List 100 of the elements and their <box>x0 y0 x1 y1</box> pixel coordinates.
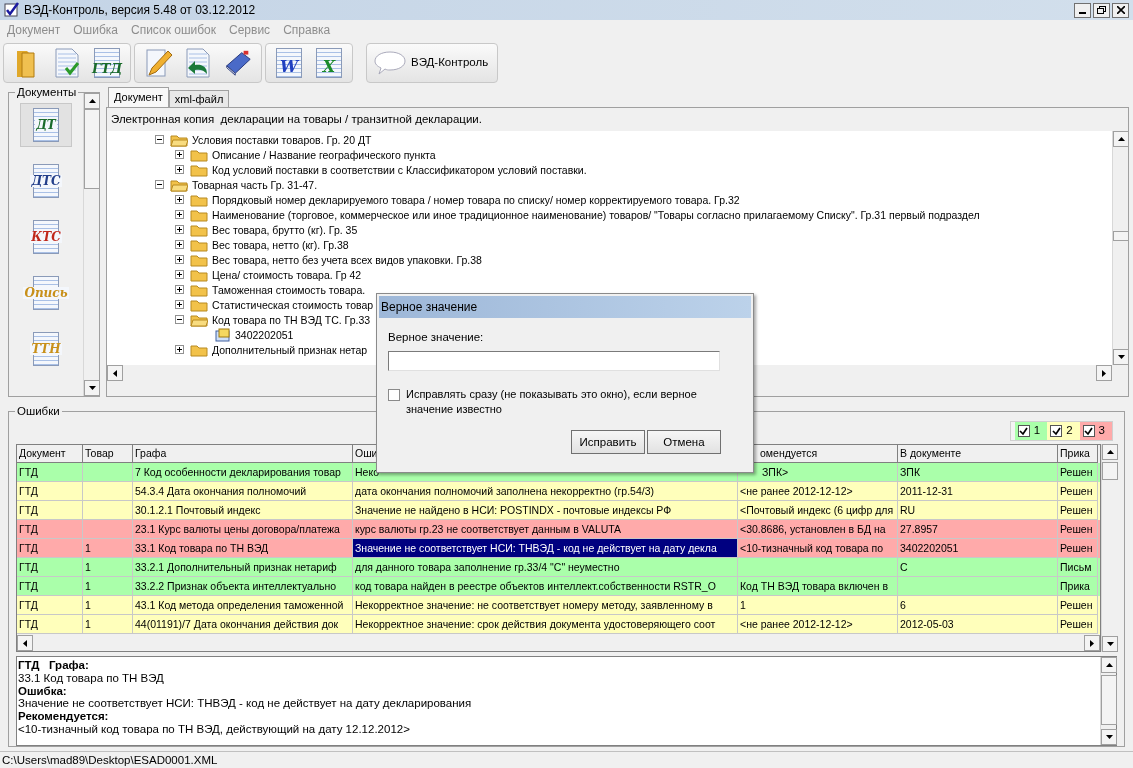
scroll-right-icon[interactable] <box>1084 635 1100 651</box>
scroll-thumb[interactable] <box>84 109 100 189</box>
checkbox-label: 1 <box>1033 423 1042 439</box>
icon-label: ГТД <box>91 61 123 75</box>
document-type-button[interactable]: ДТС <box>20 159 72 203</box>
tree-item[interactable]: Статистическая стоимость товар <box>212 297 374 312</box>
tab[interactable]: Документ <box>108 87 169 107</box>
scroll-up-icon[interactable] <box>84 93 100 109</box>
checkbox[interactable] <box>1082 425 1095 437</box>
toolbar-button[interactable] <box>52 45 82 80</box>
table-row[interactable]: ГТД 23.1 Курс валюты цены договора/платежа курс валюты гр.23 не соответствует данным в VALUTA <30.8686, установлен в БД на 27.8957 Решен <box>17 520 1100 539</box>
toolbar-button[interactable]: X <box>314 45 344 80</box>
expand-icon[interactable] <box>175 300 184 310</box>
scrollbar[interactable] <box>1100 657 1116 745</box>
icon-letter: X <box>322 58 336 75</box>
scrollbar[interactable] <box>1101 444 1117 652</box>
checkbox[interactable] <box>1017 425 1030 437</box>
scroll-up-icon[interactable] <box>1102 444 1118 460</box>
scroll-left-icon[interactable] <box>17 635 33 651</box>
expand-icon[interactable] <box>175 225 184 235</box>
scroll-down-icon[interactable] <box>1113 349 1129 366</box>
document-type-button[interactable]: КТС <box>20 215 72 259</box>
minimize-icon[interactable] <box>1074 2 1091 18</box>
table-row[interactable]: ГТД 1 33.2.2 Признак объекта интеллектуально код товара найден в реестре объектов интеллект.собственности RSTR_O Код ТН ВЭД товара включен в Прика <box>17 577 1100 596</box>
expand-icon[interactable] <box>175 345 184 355</box>
tree-item[interactable]: Вес товара, нетто без учета всех видов упаковки. Гр.38 <box>212 252 482 267</box>
scroll-down-icon[interactable] <box>84 380 100 396</box>
tree-item[interactable]: Порядковый номер декларируемого товара / номер товара по списку/ номер корректируемого товара. Гр.32 <box>212 192 740 207</box>
document-type-label: КТС <box>30 231 62 243</box>
page-arrow-icon <box>185 47 211 78</box>
folder-icon <box>190 312 208 327</box>
folder-icon <box>190 147 208 162</box>
document-type-button[interactable]: ДТ <box>20 103 72 147</box>
severity-filter-item[interactable]: 2 <box>1047 422 1080 440</box>
checkbox[interactable] <box>1050 425 1063 437</box>
expand-icon[interactable] <box>175 195 184 205</box>
horizontal-scrollbar[interactable] <box>17 635 1100 651</box>
toolbar-button[interactable]: W <box>274 45 304 80</box>
collapse-icon[interactable] <box>155 135 164 145</box>
tree-item[interactable]: Описание / Название географического пункта <box>212 147 436 162</box>
folder-icon <box>190 192 208 207</box>
tree-item[interactable]: Товарная часть Гр. 31-47. <box>192 177 318 192</box>
restore-icon[interactable] <box>1093 2 1110 18</box>
checkmark-icon <box>4 2 20 18</box>
table-row[interactable]: ГТД 1 33.1 Код товара по ТН ВЭД Значение не соответствует НСИ: ТНВЭД - код не действует на дату декла <10-тизначный код товара по 3402202051 Решен <box>17 539 1100 558</box>
table-row[interactable]: ГТД 54.3.4 Дата окончания полномочий дата окончания полномочий заполнена некорректно (гр.54/3) <не ранее 2012-12-12> 2011-12-31 Решен <box>17 482 1100 501</box>
table-row[interactable]: ГТД 1 33.2.1 Дополнительный признак нетариф для данного товара заполнение гр.33/4 "С" неуместно С Письм <box>17 558 1100 577</box>
expand-icon[interactable] <box>175 150 184 160</box>
tree-item[interactable]: Вес товара, нетто (кг). Гр.38 <box>212 237 349 252</box>
table-row[interactable]: ГТД 30.1.2.1 Почтовый индекс Значение не найдено в НСИ: POSTINDX - почтовые индексы РФ <Почтовый индекс (6 цифр для RU Решен <box>17 501 1100 520</box>
dialog-button[interactable]: Отмена <box>647 430 721 455</box>
scroll-up-icon[interactable] <box>1101 657 1117 673</box>
expand-icon[interactable] <box>175 255 184 265</box>
expand-icon[interactable] <box>175 240 184 250</box>
checkbox[interactable] <box>388 389 400 402</box>
tree-item[interactable]: Цена/ стоимость товара. Гр 42 <box>212 267 362 282</box>
scroll-down-icon[interactable] <box>1101 729 1117 745</box>
scroll-down-icon[interactable] <box>1102 636 1118 652</box>
toolbar-button[interactable] <box>183 45 213 80</box>
scroll-right-icon[interactable] <box>1096 365 1112 382</box>
panel-caption: Электронная копия декларации на товары / транзитной декларации. <box>110 112 483 127</box>
expand-icon[interactable] <box>175 285 184 295</box>
expand-icon[interactable] <box>175 210 184 220</box>
tree-item[interactable]: Вес товара, брутто (кг). Гр. 35 <box>212 222 358 237</box>
dialog-button[interactable]: Исправить <box>571 430 645 455</box>
tree-item[interactable]: Код товара по ТН ВЭД ТС. Гр.33 <box>212 312 371 327</box>
tree-item[interactable]: Наименование (торговое, коммерческое или иное традиционное наименование) товаров/ "Товары согласно прилагаемому Списку". Гр.31 первый подраздел <box>212 207 980 222</box>
collapse-icon[interactable] <box>175 315 184 325</box>
scroll-thumb[interactable] <box>1101 675 1117 725</box>
scroll-up-icon[interactable] <box>1113 131 1129 148</box>
severity-filter-item[interactable]: 3 <box>1079 422 1112 440</box>
table-row[interactable]: ГТД 1 44(01191)/7 Дата окончания действия док Некорректное значение: срок действия документа удостоверяющего соот <не ранее 2012-12-12> 2012-05-03 Решен <box>17 615 1100 634</box>
scroll-thumb[interactable] <box>1113 231 1129 242</box>
folder-icon <box>190 252 208 267</box>
severity-filter-item[interactable]: 1 <box>1014 422 1048 440</box>
table-cell: <не ранее 2012-12-12> <box>738 615 898 634</box>
detail-text: <10-тизначный код товара по ТН ВЭД, действующий на дату 12.12.2012> <box>18 723 411 736</box>
collapse-icon[interactable] <box>155 180 164 190</box>
tree-item[interactable]: Условия поставки товаров. Гр. 20 ДТ <box>192 132 372 147</box>
toolbar-button[interactable]: ГТД <box>92 45 122 80</box>
detail-heading: Ошибка: <box>18 684 68 698</box>
tree-item[interactable]: Дополнительный признак нетар <box>212 342 368 357</box>
detail-heading: Рекомендуется: <box>18 710 110 723</box>
checkbox-label: 3 <box>1098 423 1106 439</box>
tab[interactable]: xml-файл <box>168 90 230 107</box>
scroll-left-icon[interactable] <box>107 365 123 382</box>
scrollbar[interactable] <box>1112 131 1128 366</box>
tree-item[interactable]: 3402202051 <box>235 327 294 342</box>
expand-icon[interactable] <box>175 270 184 280</box>
table-row[interactable]: ГТД 1 43.1 Код метода определения таможенной Некорректное значение: не соответствует номеру методу, заявленному в 1 6 Решен <box>17 596 1100 615</box>
close-icon[interactable] <box>1112 2 1129 18</box>
scroll-thumb[interactable] <box>1102 462 1118 480</box>
tree-item[interactable]: Код условий поставки в соответствии с Классификатором условий поставки. <box>212 162 587 177</box>
input-field[interactable] <box>388 351 720 372</box>
folder-icon <box>190 342 208 357</box>
document-type-label: ТТН <box>30 343 62 355</box>
expand-icon[interactable] <box>175 165 184 175</box>
app-button[interactable]: ВЭД-Контроль <box>366 42 498 83</box>
scrollbar[interactable] <box>83 93 99 396</box>
tree-item[interactable]: Таможенная стоимость товара. <box>212 282 366 297</box>
